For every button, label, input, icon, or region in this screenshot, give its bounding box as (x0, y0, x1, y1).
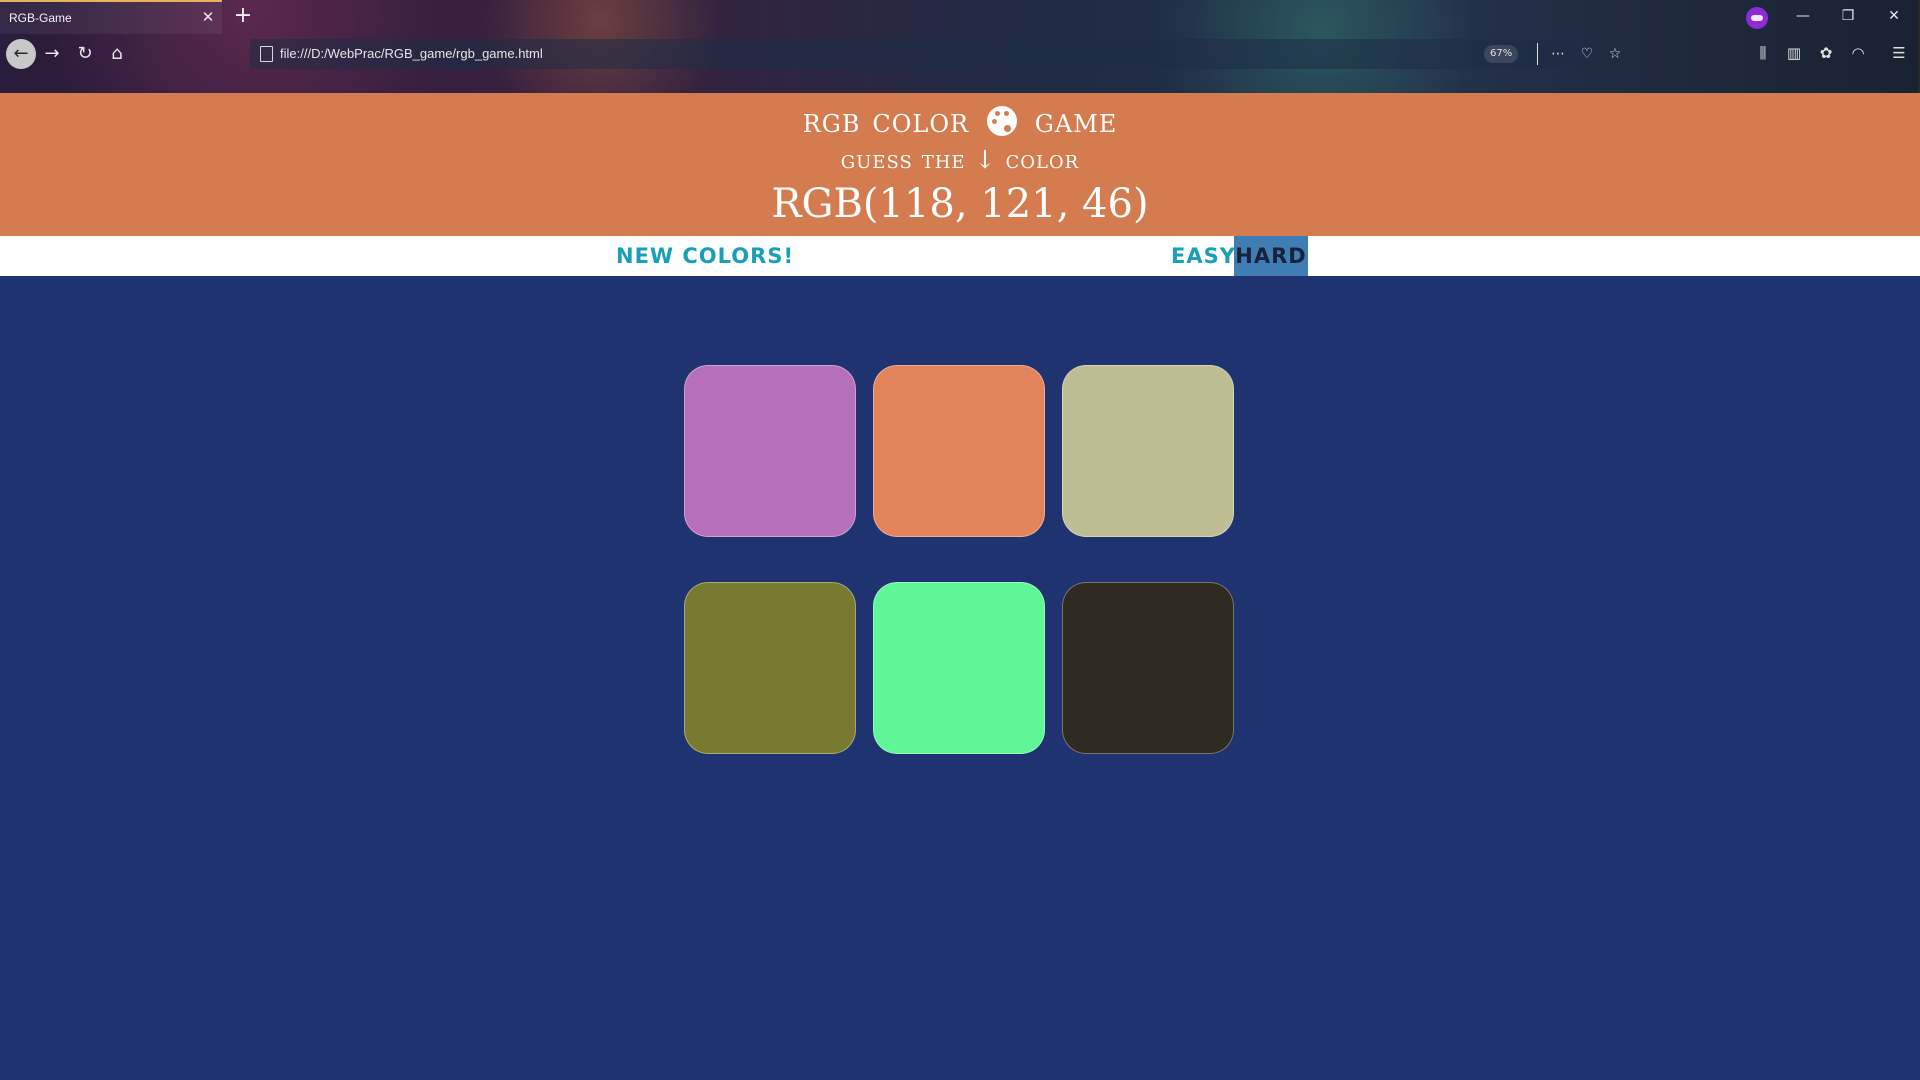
restore-icon[interactable]: ❐ (1836, 5, 1860, 27)
tab-rgb-game[interactable]: RGB-Game ✕ (0, 0, 222, 34)
pocket-icon[interactable]: ♡ (1576, 43, 1598, 65)
extension-icon[interactable]: ✿ (1815, 42, 1837, 64)
reload-icon[interactable]: ↻ (71, 40, 99, 68)
tab-bar: RGB-Game ✕ + — ❐ ✕ (0, 0, 1920, 34)
url-separator (1537, 43, 1538, 65)
title-text-2: GAME (1034, 101, 1118, 141)
more-icon[interactable]: ⋯ (1547, 43, 1569, 65)
tab-close-icon[interactable]: ✕ (199, 8, 217, 26)
menu-icon[interactable]: ☰ (1888, 42, 1910, 64)
library-icon[interactable]: ⫼ (1752, 42, 1774, 64)
url-text[interactable]: file:///D:/WebPrac/RGB_game/rgb_game.htm… (280, 46, 543, 61)
color-square[interactable] (1062, 582, 1234, 754)
color-square[interactable] (1062, 365, 1234, 537)
down-arrow-icon: ↓ (974, 145, 997, 174)
target-rgb-display: RGB(118, 121, 46) (771, 181, 1149, 227)
url-bar[interactable]: file:///D:/WebPrac/RGB_game/rgb_game.htm… (250, 39, 1630, 69)
private-mask-icon[interactable] (1746, 7, 1768, 29)
bookmark-star-icon[interactable]: ☆ (1604, 43, 1626, 65)
color-square[interactable] (873, 365, 1045, 537)
new-tab-icon[interactable]: + (232, 5, 254, 27)
palette-icon (986, 106, 1017, 136)
page-icon (260, 46, 273, 62)
browser-chrome: RGB-Game ✕ + — ❐ ✕ ← → ↻ ⌂ file:///D:/We… (0, 0, 1920, 93)
subtitle-text-1: GUESS THE (840, 145, 966, 174)
tab-title: RGB-Game (9, 11, 72, 25)
game-header: RGB COLOR GAME GUESS THE ↓ COLOR RGB(118… (0, 93, 1920, 236)
zoom-level[interactable]: 67% (1484, 45, 1519, 63)
sidebar-icon[interactable]: ▥ (1783, 42, 1805, 64)
game-subtitle: GUESS THE ↓ COLOR (0, 145, 1920, 174)
color-square[interactable] (684, 582, 856, 754)
minimize-icon[interactable]: — (1791, 5, 1815, 27)
title-text-1: RGB COLOR (802, 101, 970, 141)
navigation-bar: ← → ↻ ⌂ file:///D:/WebPrac/RGB_game/rgb_… (0, 34, 1920, 74)
color-square[interactable] (873, 582, 1045, 754)
new-colors-button[interactable]: NEW COLORS! (616, 236, 794, 276)
close-window-icon[interactable]: ✕ (1882, 5, 1906, 27)
easy-mode-button[interactable]: EASY (1171, 236, 1236, 276)
subtitle-text-2: COLOR (1005, 145, 1080, 174)
back-arrow-icon[interactable]: ← (6, 39, 36, 69)
forward-arrow-icon[interactable]: → (38, 40, 66, 68)
home-icon[interactable]: ⌂ (103, 40, 131, 68)
hard-mode-button[interactable]: HARD (1234, 236, 1308, 276)
control-stripe: NEW COLORS! EASY HARD (0, 236, 1920, 276)
account-icon[interactable]: ◠ (1847, 42, 1869, 64)
color-square[interactable] (684, 365, 856, 537)
game-page: RGB COLOR GAME GUESS THE ↓ COLOR RGB(118… (0, 93, 1920, 1080)
game-title: RGB COLOR GAME (0, 101, 1920, 141)
